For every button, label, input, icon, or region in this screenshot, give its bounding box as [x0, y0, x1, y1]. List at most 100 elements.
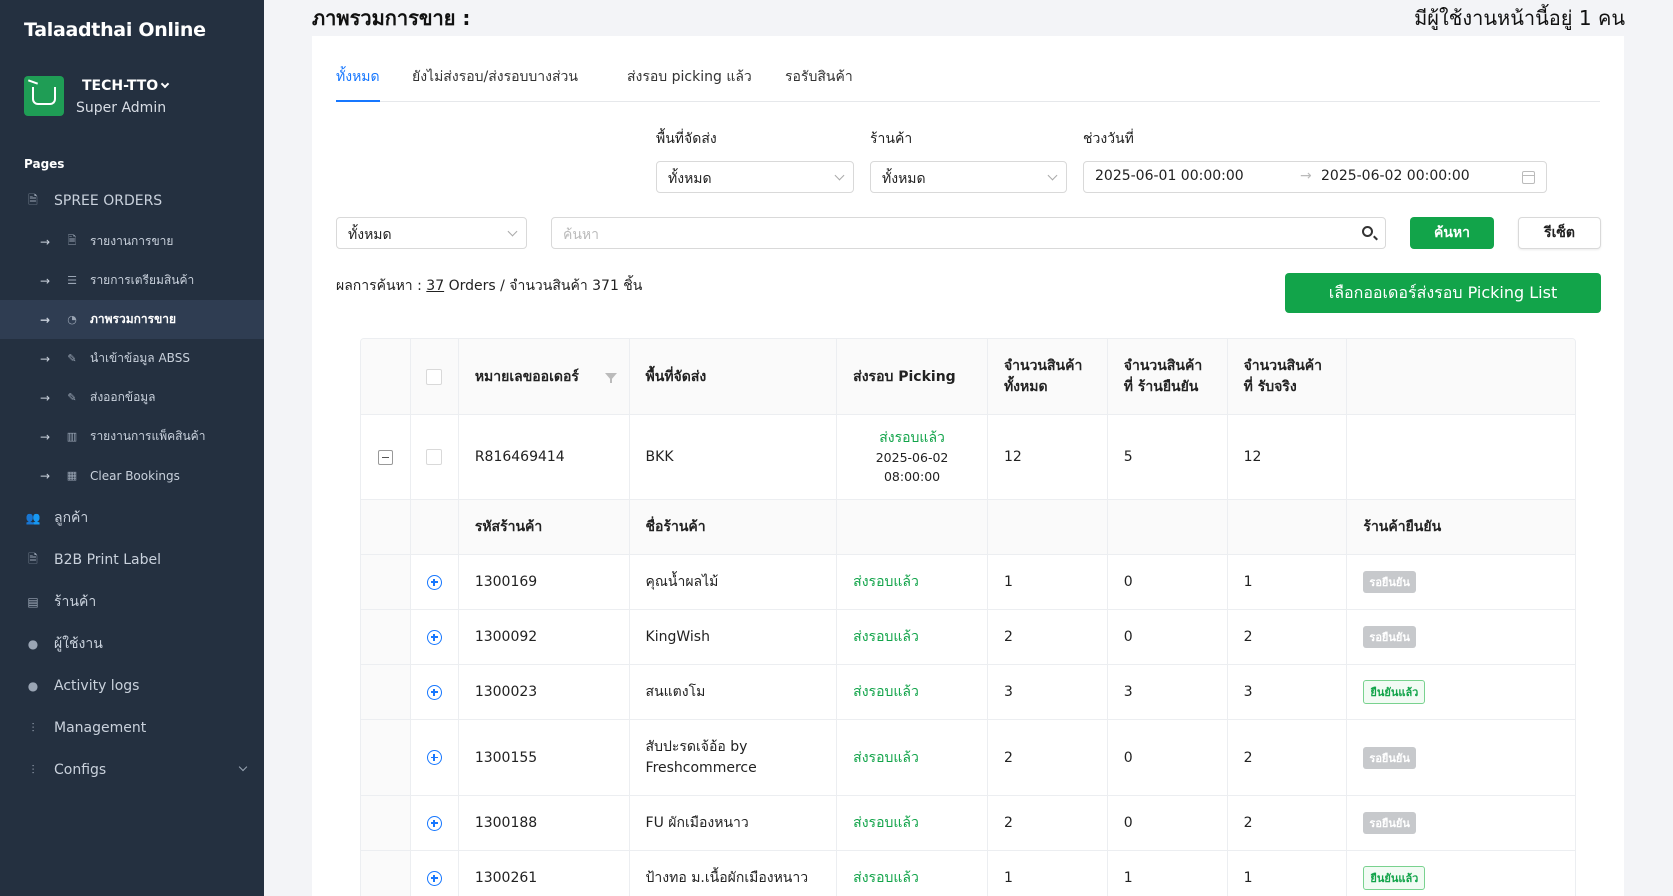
chevron-down-icon [834, 170, 845, 181]
nav-prepare-list[interactable]: → ☰ รายการเตรียมสินค้า [0, 261, 264, 300]
chevron-down-icon [1047, 170, 1058, 181]
expand-icon[interactable] [426, 815, 442, 831]
result-summary: ผลการค้นหา : 37 Orders / จำนวนสินค้า 371… [336, 278, 643, 294]
nav-management[interactable]: ⫶ Management [0, 708, 264, 748]
col-picking: ส่งรอบ Picking [837, 339, 988, 414]
sub-table-row[interactable]: 1300155 สับปะรดเจ้อ้อ by Freshcommerce ส… [361, 720, 1575, 796]
select-all-checkbox[interactable] [426, 368, 443, 385]
row-checkbox[interactable] [426, 449, 443, 465]
shop-select[interactable]: ทั้งหมด [870, 161, 1067, 193]
expand-icon[interactable] [426, 574, 442, 590]
shop-received: 3 [1228, 665, 1348, 719]
status-badge: รอยืนยัน [1363, 812, 1416, 834]
order-picking-status: ส่งรอบแล้ว 2025-06-02 08:00:00 [837, 415, 988, 499]
shop-status: ส่งรอบแล้ว [837, 720, 988, 795]
nav-users[interactable]: ● ผู้ใช้งาน [0, 624, 264, 664]
search-icon[interactable] [1362, 226, 1373, 237]
profile-name[interactable]: TECH-TTO [82, 78, 170, 94]
type-select[interactable]: ทั้งหมด [336, 217, 527, 249]
shop-icon: ▤ [27, 595, 39, 609]
shop-code: 1300092 [459, 610, 630, 664]
order-id: R816469414 [459, 415, 630, 499]
cart-icon [32, 87, 56, 105]
shop-confirmed: 1 [1108, 851, 1228, 896]
nav-activity-logs[interactable]: ● Activity logs [0, 666, 264, 706]
status-badge: ยืนยันแล้ว [1363, 866, 1426, 890]
nav-b2b-print-label[interactable]: 🗎 B2B Print Label [0, 540, 264, 580]
file-icon: 🗎 [28, 192, 38, 207]
tab-all[interactable]: ทั้งหมด [336, 66, 380, 102]
shop-name: คุณน้ำผลไม้ [630, 555, 838, 609]
status-badge: ยืนยันแล้ว [1363, 680, 1426, 704]
col-received: จำนวนสินค้าที่ รับจริง [1228, 339, 1348, 414]
sub-table-header: รหัสร้านค้า ชื่อร้านค้า ร้านค้ายืนยัน [361, 500, 1575, 555]
nav-export-data[interactable]: → ✎ ส่งออกข้อมูล [0, 378, 264, 417]
expand-icon[interactable] [426, 750, 442, 765]
nav-clear-bookings[interactable]: → ▦ Clear Bookings [0, 456, 264, 495]
table-header: หมายเลขออเดอร์ พื้นที่จัดส่ง ส่งรอบ Pick… [361, 339, 1575, 415]
status-badge: รอยืนยัน [1363, 626, 1416, 648]
area-filter-label: พื้นที่จัดส่ง [656, 131, 717, 147]
nav-configs[interactable]: ⫶ Configs [0, 750, 264, 790]
nav-customers[interactable]: 👥 ลูกค้า [0, 498, 264, 538]
profile-role: Super Admin [76, 100, 167, 116]
chevron-down-icon [238, 762, 248, 772]
expand-icon[interactable] [426, 870, 442, 886]
tab-bar: ทั้งหมด ยังไม่ส่งรอบ/ส่งรอบบางส่วน ส่งรอ… [336, 66, 1600, 102]
sub-table-row[interactable]: 1300188 FU ผักเมืองหนาว ส่งรอบแล้ว 2 0 2… [361, 796, 1575, 851]
sub-table-row[interactable]: 1300092 KingWish ส่งรอบแล้ว 2 0 2 รอยืนย… [361, 610, 1575, 665]
calendar-icon [1522, 171, 1535, 184]
search-button[interactable]: ค้นหา [1410, 217, 1494, 249]
arrow-right-icon: → [40, 234, 51, 249]
order-confirmed: 5 [1108, 415, 1228, 499]
tab-awaiting-receipt[interactable]: รอรับสินค้า [785, 66, 853, 102]
shop-name: ป้างทอ ม.เนื้อผักเมืองหนาว [630, 851, 838, 896]
shop-confirmed: 0 [1108, 610, 1228, 664]
shop-code: 1300155 [459, 720, 630, 795]
collapse-icon[interactable] [377, 449, 393, 465]
chevron-down-icon [507, 226, 518, 237]
expand-icon[interactable] [426, 629, 442, 645]
table-row[interactable]: R816469414 BKK ส่งรอบแล้ว 2025-06-02 08:… [361, 415, 1575, 500]
search-input[interactable]: ค้นหา [551, 217, 1386, 249]
tab-not-shipped[interactable]: ยังไม่ส่งรอบ/ส่งรอบบางส่วน [412, 66, 578, 102]
date-to[interactable]: 2025-06-02 00:00:00 [1321, 168, 1470, 184]
date-range-picker[interactable]: 2025-06-01 00:00:00 → 2025-06-02 00:00:0… [1083, 161, 1547, 193]
col-shop-code: รหัสร้านค้า [459, 500, 630, 554]
shop-received: 1 [1228, 851, 1348, 896]
sub-table-row[interactable]: 1300023 สนแตงโม ส่งรอบแล้ว 3 3 3 ยืนยันแ… [361, 665, 1575, 720]
arrow-right-icon: → [40, 429, 51, 444]
select-picking-list-button[interactable]: เลือกออเดอร์ส่งรอบ Picking List [1285, 273, 1601, 313]
shop-received: 2 [1228, 610, 1348, 664]
shop-total: 2 [988, 720, 1108, 795]
sub-table-row[interactable]: 1300261 ป้างทอ ม.เนื้อผักเมืองหนาว ส่งรอ… [361, 851, 1575, 896]
date-from[interactable]: 2025-06-01 00:00:00 [1095, 168, 1244, 184]
pages-label: Pages [24, 157, 65, 171]
nav-sales-report[interactable]: → 🗎 รายงานการขาย [0, 222, 264, 261]
nav-packing-report[interactable]: → ▥ รายงานการแพ็คสินค้า [0, 417, 264, 456]
orders-count-link[interactable]: 37 [426, 278, 444, 294]
barcode-icon: ▥ [66, 430, 78, 443]
file-icon: 🗎 [67, 234, 77, 247]
pie-chart-icon: ◔ [67, 313, 77, 326]
reset-button[interactable]: รีเซ็ต [1518, 217, 1601, 249]
shop-confirmed: 0 [1108, 720, 1228, 795]
sub-table-row[interactable]: 1300169 คุณน้ำผลไม้ ส่งรอบแล้ว 1 0 1 รอย… [361, 555, 1575, 610]
user-icon: ● [27, 679, 39, 693]
brand-title: Talaadthai Online [24, 19, 206, 41]
filter-icon[interactable] [604, 373, 617, 383]
area-select[interactable]: ทั้งหมด [656, 161, 854, 193]
nav-import-abss[interactable]: → ✎ นำเข้าข้อมูล ABSS [0, 339, 264, 378]
nav-sales-overview[interactable]: → ◔ ภาพรวมการขาย [0, 300, 264, 339]
sliders-icon: ⫶ [31, 762, 35, 777]
profile-menu[interactable]: TECH-TTO Super Admin [24, 76, 254, 120]
nav-spree-orders[interactable]: 🗎 SPREE ORDERS [0, 181, 264, 221]
nav-shops[interactable]: ▤ ร้านค้า [0, 582, 264, 622]
arrow-right-icon: → [40, 273, 51, 288]
file-icon: 🗎 [28, 551, 38, 566]
orders-table: หมายเลขออเดอร์ พื้นที่จัดส่ง ส่งรอบ Pick… [360, 338, 1576, 896]
shop-name: สนแตงโม [630, 665, 838, 719]
arrow-right-icon: → [40, 390, 51, 405]
expand-icon[interactable] [426, 684, 442, 700]
tab-picking-shipped[interactable]: ส่งรอบ picking แล้ว [627, 66, 752, 102]
